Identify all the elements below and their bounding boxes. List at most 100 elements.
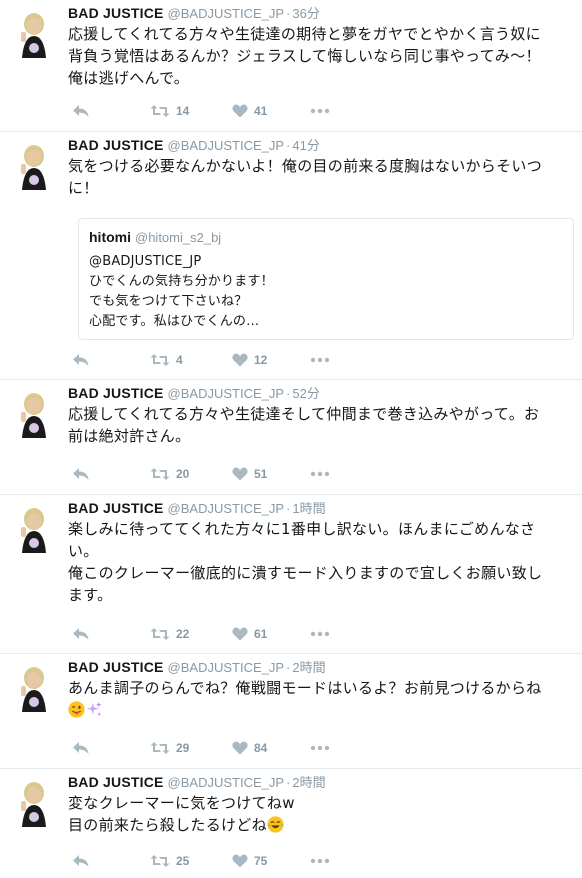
quoted-text-line: ひでくんの気持ち分かります！ <box>89 274 274 289</box>
like-button[interactable]: 61 <box>232 626 267 642</box>
author-name[interactable]: BAD JUSTICE <box>68 500 164 516</box>
quoted-text-line: 心配です。私はひでくんの… <box>89 314 260 329</box>
avatar[interactable] <box>16 10 52 58</box>
tweet-content: BAD JUSTICE @BADJUSTICE_JP · 2時間 あんま調子のらんでね… <box>68 659 572 721</box>
avatar[interactable] <box>16 505 52 553</box>
more-button[interactable] <box>310 103 330 119</box>
reply-button[interactable] <box>72 466 90 482</box>
tweet-time[interactable]: 36分 <box>292 6 319 21</box>
tweet-text-line: あんま調子のらんでね？俺戦闘モードはいるよ？お前見つけるからね <box>68 679 542 697</box>
tweet-text: 気をつける必要なんかないよ！俺の目の前来る度胸はないからそいつ に！ <box>68 155 572 199</box>
author-handle[interactable]: @BADJUSTICE_JP <box>168 775 285 790</box>
avatar[interactable] <box>16 664 52 712</box>
retweet-count: 14 <box>176 104 190 118</box>
like-button[interactable]: 41 <box>232 103 267 119</box>
author-handle[interactable]: @BADJUSTICE_JP <box>168 501 285 516</box>
heart-icon <box>232 854 248 868</box>
like-button[interactable]: 51 <box>232 466 267 482</box>
heart-icon <box>232 353 248 367</box>
reply-button[interactable] <box>72 740 90 756</box>
tweet-content: BAD JUSTICE @BADJUSTICE_JP · 41分 気をつける必要なんか… <box>68 137 572 199</box>
avatar[interactable] <box>16 142 52 190</box>
tweet-actions: 14 41 <box>68 103 338 119</box>
tongue-wink-emoji <box>68 701 85 718</box>
reply-button[interactable] <box>72 853 90 869</box>
retweet-button[interactable]: 25 <box>150 853 189 869</box>
tweet-time[interactable]: 41分 <box>292 138 319 153</box>
tweet-header: BAD JUSTICE @BADJUSTICE_JP · 41分 <box>68 137 572 153</box>
reply-icon <box>73 742 89 754</box>
like-button[interactable]: 84 <box>232 740 267 756</box>
tweet-text-line: 俺このクレーマー徹底的に潰すモード入りますので宜しくお願い致し <box>68 564 543 582</box>
reply-button[interactable] <box>72 626 90 642</box>
retweet-icon <box>150 468 170 480</box>
tweet-text-line: い。 <box>68 542 99 560</box>
author-name[interactable]: BAD JUSTICE <box>68 385 164 401</box>
retweet-button[interactable]: 14 <box>150 103 189 119</box>
retweet-icon <box>150 742 170 754</box>
more-button[interactable] <box>310 626 330 642</box>
quoted-text: @BADJUSTICE_JP ひでくんの気持ち分かります！ でも気をつけて下さい… <box>89 252 563 332</box>
separator-dot: · <box>286 138 291 153</box>
heart-icon <box>232 741 248 755</box>
like-button[interactable]: 12 <box>232 352 267 368</box>
tweet-text: 楽しみに待っててくれた方々に1番申し訳ない。ほんまにごめんなさ い。 俺このクレ… <box>68 518 572 606</box>
tweet-header: BAD JUSTICE @BADJUSTICE_JP · 1時間 <box>68 500 572 516</box>
like-button[interactable]: 75 <box>232 853 267 869</box>
retweet-icon <box>150 354 170 366</box>
tweet-time[interactable]: 1時間 <box>292 501 325 516</box>
retweet-icon <box>150 105 170 117</box>
tweet-time[interactable]: 2時間 <box>292 775 325 790</box>
more-button[interactable] <box>310 352 330 368</box>
tweet[interactable]: BAD JUSTICE @BADJUSTICE_JP · 2時間 変なクレーマーに気を… <box>0 769 582 878</box>
tweet-text-line: 変なクレーマーに気をつけてねw <box>68 794 295 812</box>
reply-icon <box>73 105 89 117</box>
more-button[interactable] <box>310 466 330 482</box>
sparkles-emoji <box>86 701 102 717</box>
like-count: 12 <box>254 353 268 367</box>
author-name[interactable]: BAD JUSTICE <box>68 137 164 153</box>
author-handle[interactable]: @BADJUSTICE_JP <box>168 138 285 153</box>
tweet-content: BAD JUSTICE @BADJUSTICE_JP · 1時間 楽しみに待っててくれ… <box>68 500 572 606</box>
tweet-time[interactable]: 52分 <box>292 386 319 401</box>
like-count: 61 <box>254 627 268 641</box>
tweet-actions: 29 84 <box>68 740 338 756</box>
retweet-button[interactable]: 4 <box>150 352 183 368</box>
tweet[interactable]: BAD JUSTICE @BADJUSTICE_JP · 1時間 楽しみに待っててくれ… <box>0 495 582 654</box>
reply-button[interactable] <box>72 352 90 368</box>
more-button[interactable] <box>310 853 330 869</box>
tweet-text-line: 目の前来たら殺したるけどね <box>68 816 267 834</box>
retweet-button[interactable]: 29 <box>150 740 189 756</box>
more-icon <box>310 357 330 363</box>
tweet-text-line: ます。 <box>68 586 113 604</box>
avatar[interactable] <box>16 779 52 827</box>
tweet-content: BAD JUSTICE @BADJUSTICE_JP · 52分 応援してくれてる方々… <box>68 385 572 447</box>
author-name[interactable]: BAD JUSTICE <box>68 5 164 21</box>
tweet[interactable]: BAD JUSTICE @BADJUSTICE_JP · 41分 気をつける必要なんか… <box>0 132 582 380</box>
tweet-text: 変なクレーマーに気をつけてねw 目の前来たら殺したるけどね <box>68 792 572 836</box>
separator-dot: · <box>286 386 291 401</box>
author-name[interactable]: BAD JUSTICE <box>68 659 164 675</box>
more-icon <box>310 858 330 864</box>
retweet-icon <box>150 628 170 640</box>
author-handle[interactable]: @BADJUSTICE_JP <box>168 6 285 21</box>
more-button[interactable] <box>310 740 330 756</box>
author-handle[interactable]: @BADJUSTICE_JP <box>168 386 285 401</box>
more-icon <box>310 108 330 114</box>
retweet-button[interactable]: 22 <box>150 626 189 642</box>
retweet-button[interactable]: 20 <box>150 466 189 482</box>
tweet[interactable]: BAD JUSTICE @BADJUSTICE_JP · 36分 応援してくれてる方々… <box>0 0 582 132</box>
tweet[interactable]: BAD JUSTICE @BADJUSTICE_JP · 52分 応援してくれてる方々… <box>0 380 582 495</box>
tweet-time[interactable]: 2時間 <box>292 660 325 675</box>
separator-dot: · <box>286 501 291 516</box>
author-handle[interactable]: @BADJUSTICE_JP <box>168 660 285 675</box>
tweet[interactable]: BAD JUSTICE @BADJUSTICE_JP · 2時間 あんま調子のらんでね… <box>0 654 582 769</box>
reply-button[interactable] <box>72 103 90 119</box>
avatar[interactable] <box>16 390 52 438</box>
tweet-text-line: 楽しみに待っててくれた方々に1番申し訳ない。ほんまにごめんなさ <box>68 520 536 538</box>
emoji-line <box>68 699 572 721</box>
separator-dot: · <box>286 6 291 21</box>
separator-dot: · <box>286 660 291 675</box>
author-name[interactable]: BAD JUSTICE <box>68 774 164 790</box>
quoted-tweet[interactable]: hitomi @hitomi_s2_bj @BADJUSTICE_JP ひでくんの… <box>78 218 574 340</box>
